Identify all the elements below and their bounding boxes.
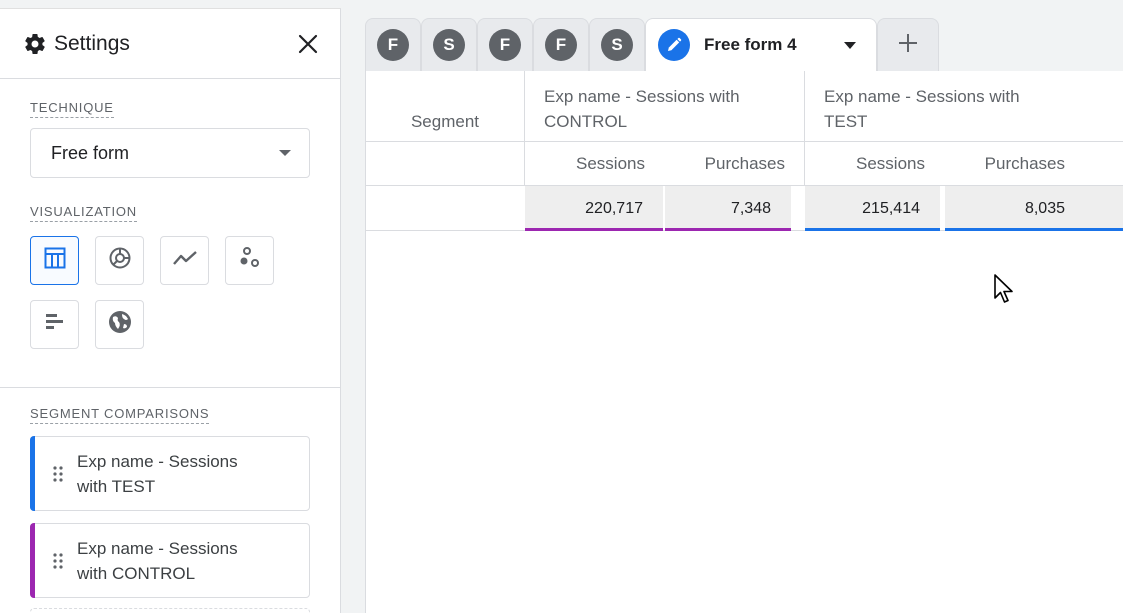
- segment-label: Exp name - Sessions with CONTROL: [77, 538, 238, 583]
- pencil-icon: [658, 29, 690, 61]
- close-icon[interactable]: [294, 30, 322, 58]
- section-divider: [0, 387, 340, 388]
- cell-underline: [665, 228, 791, 231]
- technique-value: Free form: [51, 142, 130, 163]
- table-icon: [44, 247, 66, 274]
- segment-color-bar: [30, 523, 35, 598]
- add-tab-button[interactable]: [877, 18, 939, 71]
- col-header-sessions-control[interactable]: Sessions: [524, 142, 645, 186]
- group-header-control: Exp name - Sessions with CONTROL: [544, 87, 740, 131]
- segment-comparisons-label: SEGMENT COMPARISONS: [30, 406, 210, 424]
- segment-drop-slot[interactable]: [30, 608, 310, 613]
- tab-4[interactable]: F: [533, 18, 589, 71]
- col-header-sessions-test[interactable]: Sessions: [804, 142, 925, 186]
- settings-panel: Settings TECHNIQUE Free form VISUALIZATI…: [0, 8, 341, 613]
- segment-color-bar: [30, 436, 35, 511]
- viz-line-button[interactable]: [160, 236, 209, 285]
- active-tab-label: Free form 4: [704, 35, 797, 54]
- segment-card-test[interactable]: Exp name - Sessions with TEST: [30, 436, 310, 511]
- tab-badge: S: [601, 29, 633, 61]
- column-divider: [804, 71, 805, 142]
- tab-badge: F: [545, 29, 577, 61]
- visualization-options: [30, 236, 290, 349]
- technique-dropdown[interactable]: Free form: [30, 128, 310, 178]
- app-root: Settings TECHNIQUE Free form VISUALIZATI…: [0, 0, 1123, 613]
- free-form-table: Segment Exp name - Sessions with CONTROL…: [365, 71, 1123, 613]
- tab-badge: S: [433, 29, 465, 61]
- table-header-groups: Segment Exp name - Sessions with CONTROL…: [366, 71, 1123, 142]
- globe-icon: [107, 309, 133, 340]
- cell-value: 7,348: [730, 199, 771, 217]
- cell-value: 215,414: [862, 199, 920, 217]
- tab-menu-caret-icon[interactable]: [844, 41, 856, 49]
- viz-bar-button[interactable]: [30, 300, 79, 349]
- scatter-plot-icon: [238, 246, 262, 275]
- viz-donut-button[interactable]: [95, 236, 144, 285]
- viz-geo-button[interactable]: [95, 300, 144, 349]
- donut-chart-icon: [108, 246, 132, 275]
- tab-badge: F: [377, 29, 409, 61]
- table-header-metrics: Sessions Purchases Sessions Purchases: [366, 142, 1123, 186]
- viz-scatter-button[interactable]: [225, 236, 274, 285]
- bar-chart-icon: [45, 313, 65, 336]
- drag-handle-icon[interactable]: [51, 465, 65, 482]
- group-header-test: Exp name - Sessions with TEST: [824, 87, 1020, 131]
- segment-column-header[interactable]: Segment: [366, 71, 524, 142]
- viz-table-button[interactable]: [30, 236, 79, 285]
- table-row: 220,717 7,348 215,414 8,035: [366, 186, 1123, 231]
- tab-badge: F: [489, 29, 521, 61]
- plus-icon: [897, 32, 919, 59]
- settings-title: Settings: [54, 31, 130, 55]
- cell-sessions-test: 215,414: [805, 186, 940, 231]
- drag-handle-icon[interactable]: [51, 552, 65, 569]
- tab-2[interactable]: S: [421, 18, 477, 71]
- cell-purchases-test: 8,035: [945, 186, 1123, 231]
- settings-header: Settings: [0, 9, 340, 79]
- segment-comparisons-section: SEGMENT COMPARISONS Exp name - Sessions …: [30, 405, 311, 613]
- segment-card-control[interactable]: Exp name - Sessions with CONTROL: [30, 523, 310, 598]
- tab-3[interactable]: F: [477, 18, 533, 71]
- tab-active-free-form-4[interactable]: Free form 4: [645, 18, 877, 71]
- cell-purchases-control: 7,348: [665, 186, 791, 231]
- gear-icon: [22, 31, 48, 57]
- cell-value: 220,717: [585, 199, 643, 217]
- tab-1[interactable]: F: [365, 18, 421, 71]
- cell-sessions-control: 220,717: [525, 186, 663, 231]
- line-chart-icon: [172, 249, 198, 272]
- col-header-purchases-control[interactable]: Purchases: [664, 142, 785, 186]
- exploration-tabs: F S F F S Free form 4: [365, 18, 939, 71]
- cell-value: 8,035: [1024, 199, 1065, 217]
- visualization-label: VISUALIZATION: [30, 204, 137, 222]
- column-divider: [524, 71, 525, 142]
- cell-underline: [525, 228, 663, 231]
- cell-underline: [805, 228, 940, 231]
- tab-5[interactable]: S: [589, 18, 645, 71]
- technique-label: TECHNIQUE: [30, 100, 114, 118]
- segment-label: Exp name - Sessions with TEST: [77, 451, 238, 496]
- cell-underline: [945, 228, 1123, 231]
- mouse-cursor-icon: [994, 274, 1014, 311]
- col-header-purchases-test[interactable]: Purchases: [944, 142, 1065, 186]
- caret-down-icon: [279, 150, 291, 156]
